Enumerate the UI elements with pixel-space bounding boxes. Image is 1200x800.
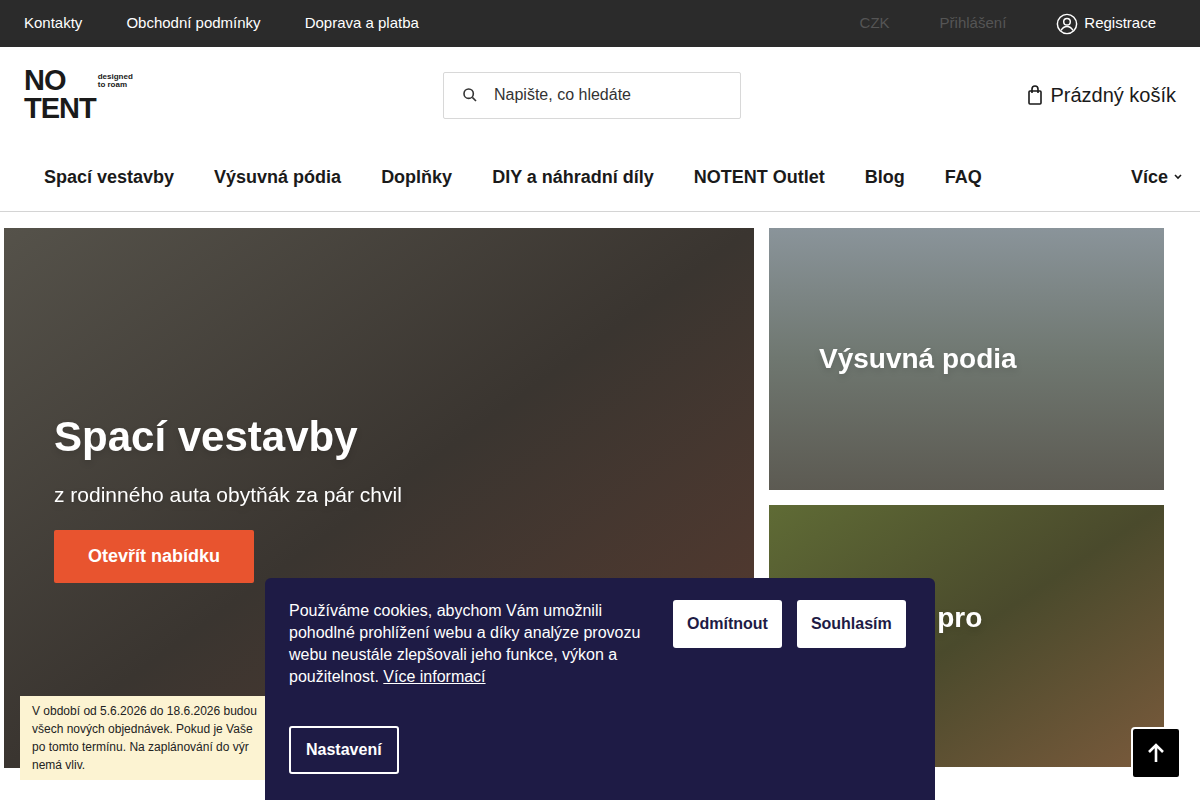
cart-icon — [1028, 85, 1042, 105]
nav-more[interactable]: Více — [1131, 164, 1182, 191]
top-right: CZK Přihlášení Registrace — [860, 12, 1176, 35]
nav-item[interactable]: NOTENT Outlet — [694, 164, 825, 191]
hero-title: Spací vestavby — [54, 413, 754, 461]
hero-tile-title: Výsuvná podia — [819, 341, 1017, 377]
nav-item[interactable]: DIY a náhradní díly — [492, 164, 654, 191]
nav-item[interactable]: Spací vestavby — [44, 164, 174, 191]
nav-item[interactable]: Výsuvná pódia — [214, 164, 341, 191]
cookie-banner: Používáme cookies, abychom Vám umožnili … — [265, 578, 935, 800]
top-bar: Kontakty Obchodní podmínky Doprava a platb… — [0, 0, 1200, 47]
arrow-up-icon — [1147, 743, 1165, 763]
chevron-down-icon — [1174, 172, 1182, 182]
logo-no: NO — [24, 67, 96, 95]
nav-more-label: Více — [1131, 164, 1168, 191]
logo-tent: TENT — [24, 95, 96, 123]
search-input[interactable] — [494, 83, 722, 107]
notice-line: V období od 5.6.2026 do 18.6.2026 budou — [32, 702, 253, 720]
search-box — [443, 72, 741, 119]
notice-line: všech nových objednávek. Pokud je Vaše — [32, 720, 253, 738]
notice-line: po tomto termínu. Na zaplánování do výr — [32, 738, 253, 756]
top-links: Kontakty Obchodní podmínky Doprava a platb… — [24, 12, 419, 35]
currency-selector[interactable]: CZK — [860, 12, 890, 35]
login-link[interactable]: Přihlášení — [940, 12, 1007, 35]
nav-item[interactable]: FAQ — [945, 164, 982, 191]
cart-label: Prázdný košík — [1050, 80, 1176, 110]
register-link[interactable]: Registrace — [1056, 12, 1156, 35]
notice-line: nemá vliv. — [32, 756, 253, 774]
hero-tile[interactable]: Výsuvná podia — [769, 228, 1164, 490]
top-link[interactable]: Kontakty — [24, 12, 82, 35]
nav-item[interactable]: Blog — [865, 164, 905, 191]
notice-box: V období od 5.6.2026 do 18.6.2026 budouv… — [20, 696, 265, 780]
top-link[interactable]: Doprava a platba — [305, 12, 419, 35]
search-icon — [462, 87, 478, 103]
nav-item[interactable]: Doplňky — [381, 164, 452, 191]
header: NOTENTdesigned to roam Prázdný košík — [0, 47, 1200, 143]
hero-button[interactable]: Otevřít nabídku — [54, 530, 254, 583]
cookie-button[interactable]: Souhlasím — [797, 600, 906, 648]
register-label: Registrace — [1084, 12, 1156, 35]
main-nav: Spací vestavby Výsuvná pódia Doplňky DIY a … — [0, 143, 1200, 212]
hero-subtitle: z rodinného auta obytňák za pár chvil — [54, 479, 754, 511]
cart-link[interactable]: Prázdný košík — [1028, 80, 1176, 110]
scroll-top-button[interactable] — [1131, 727, 1181, 779]
cookie-button[interactable]: Odmítnout — [673, 600, 782, 648]
cookie-settings-button[interactable]: Nastavení — [289, 726, 399, 774]
logo-tagline: designed to roam — [98, 73, 132, 89]
user-icon — [1056, 13, 1078, 35]
top-link[interactable]: Obchodní podmínky — [126, 12, 260, 35]
logo[interactable]: NOTENTdesigned to roam — [24, 67, 443, 122]
cookie-more-link[interactable]: Více informací — [383, 668, 485, 685]
